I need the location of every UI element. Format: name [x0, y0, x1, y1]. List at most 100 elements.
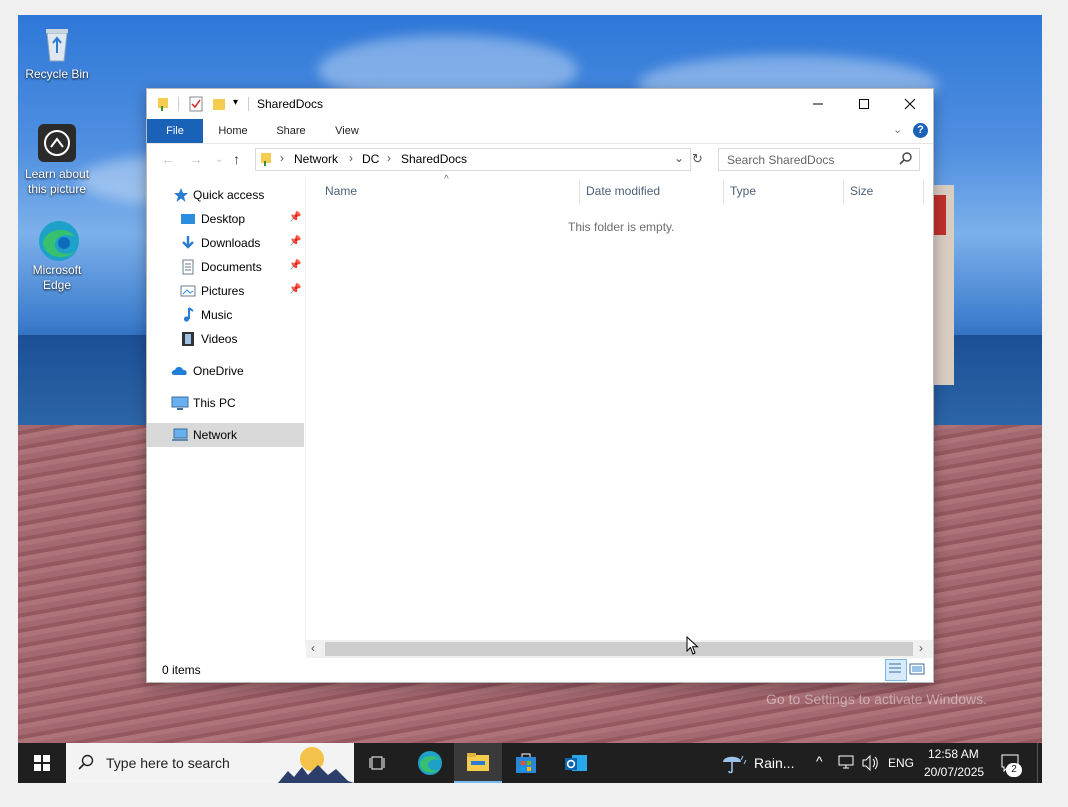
- column-divider[interactable]: [579, 179, 580, 205]
- taskbar-search-box[interactable]: Type here to search: [66, 743, 354, 783]
- start-button[interactable]: [18, 743, 66, 783]
- search-icon: [78, 754, 94, 773]
- taskbar-edge-button[interactable]: [406, 743, 454, 783]
- network-status-icon[interactable]: [838, 755, 856, 774]
- minimize-icon: [813, 103, 823, 105]
- column-header-size[interactable]: Size: [850, 184, 873, 198]
- show-desktop-button[interactable]: [1037, 743, 1043, 783]
- properties-icon[interactable]: [189, 96, 203, 115]
- file-explorer-icon: [467, 753, 489, 771]
- column-divider[interactable]: [843, 179, 844, 205]
- taskbar-file-explorer-button[interactable]: [454, 743, 502, 783]
- divider: [248, 97, 249, 111]
- maximize-icon: [859, 99, 869, 109]
- address-dropdown-chevron-icon[interactable]: ⌄: [674, 151, 684, 165]
- nav-item-label: Videos: [201, 332, 238, 346]
- forward-arrow-icon[interactable]: →: [189, 151, 203, 167]
- refresh-icon[interactable]: ↻: [692, 151, 703, 167]
- clock-date[interactable]: 20/07/2025: [924, 765, 984, 779]
- task-view-icon: [369, 756, 385, 770]
- nav-item-label: Pictures: [201, 284, 245, 298]
- ribbon: File Home Share View ⌄ ?: [147, 119, 933, 144]
- minimize-button[interactable]: [795, 89, 841, 119]
- weather-label[interactable]: Rain...: [754, 755, 794, 771]
- nav-item-music[interactable]: Music: [147, 303, 304, 327]
- column-divider[interactable]: [723, 179, 724, 205]
- column-header-date-modified[interactable]: Date modified: [586, 184, 660, 198]
- close-button[interactable]: [887, 89, 933, 119]
- tab-home[interactable]: Home: [209, 119, 257, 143]
- nav-item-this-pc[interactable]: This PC: [147, 391, 304, 415]
- breadcrumb-shareddocs[interactable]: SharedDocs: [401, 152, 467, 166]
- scroll-left-arrow-icon[interactable]: ‹: [311, 641, 315, 655]
- language-indicator[interactable]: ENG: [888, 756, 914, 770]
- expand-ribbon-chevron-icon[interactable]: ⌄: [893, 123, 902, 136]
- maximize-button[interactable]: [841, 89, 887, 119]
- nav-item-label: OneDrive: [193, 364, 244, 378]
- close-icon: [904, 98, 916, 110]
- breadcrumb-separator: ›: [280, 151, 284, 165]
- desktop-icon-microsoft-edge[interactable]: Microsoft Edge: [18, 219, 96, 293]
- horizontal-scrollbar[interactable]: ‹ ›: [306, 640, 933, 658]
- nav-item-onedrive[interactable]: OneDrive: [147, 359, 304, 383]
- navigation-pane: Quick access Desktop 📌 Downloads 📌 Docum…: [147, 177, 305, 647]
- nav-item-label: Desktop: [201, 212, 246, 226]
- large-icons-view-button[interactable]: [909, 661, 925, 677]
- cloud-icon: [171, 363, 187, 379]
- activate-windows-subtitle: Go to Settings to activate Windows.: [766, 691, 987, 707]
- outlook-icon: [565, 755, 587, 771]
- volume-icon[interactable]: [862, 754, 880, 774]
- task-view-button[interactable]: [354, 743, 402, 783]
- tab-file[interactable]: File: [147, 119, 203, 143]
- nav-item-pictures[interactable]: Pictures 📌: [147, 279, 304, 303]
- nav-item-desktop[interactable]: Desktop 📌: [147, 207, 304, 231]
- nav-item-documents[interactable]: Documents 📌: [147, 255, 304, 279]
- empty-folder-message: This folder is empty.: [568, 220, 675, 234]
- desktop-icon-label: Recycle Bin: [25, 67, 89, 81]
- search-input[interactable]: Search SharedDocs: [718, 148, 920, 171]
- desktop-icon-learn-about-picture[interactable]: Learn about this picture: [18, 123, 96, 197]
- taskbar-store-button[interactable]: [502, 743, 550, 783]
- back-arrow-icon[interactable]: ←: [161, 151, 175, 167]
- nav-item-quick-access[interactable]: Quick access: [147, 183, 304, 207]
- tab-view[interactable]: View: [323, 119, 371, 143]
- tab-share[interactable]: Share: [267, 119, 315, 143]
- nav-item-downloads[interactable]: Downloads 📌: [147, 231, 304, 255]
- document-icon: [180, 259, 196, 275]
- breadcrumb-dc[interactable]: DC: [362, 152, 379, 166]
- taskbar-outlook-button[interactable]: [552, 743, 600, 783]
- download-arrow-icon: [180, 235, 196, 251]
- nav-item-network[interactable]: Network: [147, 423, 304, 447]
- nav-item-label: This PC: [193, 396, 236, 410]
- search-highlight-moon-icon: [278, 745, 354, 786]
- network-folder-icon: [260, 151, 274, 170]
- pin-icon: 📌: [289, 236, 302, 247]
- mouse-cursor-icon: [686, 636, 699, 655]
- film-strip-icon: [180, 331, 196, 347]
- show-hidden-icons-chevron-icon[interactable]: ^: [816, 753, 823, 769]
- desktop-icon-label: Microsoft Edge: [32, 263, 82, 292]
- scroll-right-arrow-icon[interactable]: ›: [919, 641, 923, 655]
- customize-toolbar-icon[interactable]: ▾: [233, 97, 238, 108]
- nav-item-label: Quick access: [193, 188, 265, 202]
- details-view-icon: [889, 663, 901, 673]
- clock-time[interactable]: 12:58 AM: [928, 747, 979, 761]
- desktop-icon-recycle-bin[interactable]: Recycle Bin: [18, 23, 96, 82]
- address-bar[interactable]: › Network › DC › SharedDocs ⌄: [255, 148, 691, 171]
- weather-rain-icon[interactable]: [721, 752, 747, 777]
- title-bar[interactable]: ▾ SharedDocs: [147, 89, 933, 119]
- new-folder-icon[interactable]: [212, 96, 226, 115]
- help-icon[interactable]: ?: [913, 123, 928, 138]
- column-header-type[interactable]: Type: [730, 184, 756, 198]
- column-divider[interactable]: [923, 179, 924, 205]
- nav-item-videos[interactable]: Videos: [147, 327, 304, 351]
- breadcrumb-network[interactable]: Network: [294, 152, 338, 166]
- up-arrow-icon[interactable]: ↑: [233, 151, 240, 167]
- file-explorer-window: ▾ SharedDocs File Home Share View ⌄ ? ← …: [147, 89, 933, 682]
- item-count: 0 items: [162, 663, 201, 677]
- file-list[interactable]: ^ Name Date modified Type Size This fold…: [306, 174, 933, 647]
- scrollbar-thumb[interactable]: [325, 642, 913, 656]
- recent-locations-chevron-icon[interactable]: ⌄: [215, 154, 223, 165]
- column-header-name[interactable]: Name: [325, 184, 357, 198]
- details-view-button[interactable]: [885, 659, 907, 681]
